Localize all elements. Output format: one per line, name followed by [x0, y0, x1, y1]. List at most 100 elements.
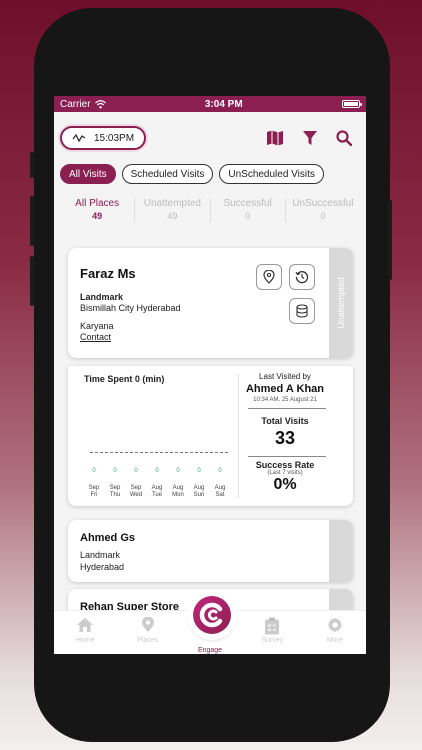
day-month: Aug	[214, 485, 226, 491]
landmark-label: Landmark	[80, 292, 124, 302]
phone-volume-up	[30, 196, 34, 246]
day-value: 0	[155, 468, 159, 474]
place-category: Karyana	[80, 321, 114, 331]
success-rate-value: 0%	[273, 476, 297, 493]
day-month: Aug	[172, 485, 184, 491]
visit-card[interactable]: Ahmed Gs Landmark Hyderabad	[68, 520, 353, 582]
status-strip	[329, 520, 353, 582]
time-spent-baseline	[90, 452, 228, 453]
clock-pill[interactable]: 15:03PM	[60, 126, 147, 150]
visit-filters: All Visits Scheduled Visits UnScheduled …	[54, 152, 366, 184]
phone-volume-down	[30, 256, 34, 306]
day-month: Sep	[130, 485, 142, 491]
day-weekday: Wed	[129, 492, 143, 498]
day-month: Aug	[151, 485, 163, 491]
map-icon[interactable]	[266, 130, 284, 146]
tab-home[interactable]: Home	[54, 611, 116, 654]
engage-logo-icon	[193, 596, 231, 634]
place-name: Faraz Ms	[80, 266, 136, 281]
tab-survey[interactable]: Survey	[241, 611, 303, 654]
stat-label: Unattempted	[143, 198, 201, 209]
day-column: 0 Sep Thu	[105, 468, 125, 499]
tab-label: Home	[75, 637, 95, 644]
map-pin-icon	[141, 617, 154, 632]
success-rate-section: Success Rate (Last 7 visits) 0%	[240, 460, 330, 494]
place-address: Bismillah City Hyderabad	[80, 303, 181, 313]
day-value: 0	[113, 468, 117, 474]
status-bar: Carrier 3:04 PM	[54, 96, 366, 112]
visit-details-panel: Time Spent 0 (min) 0 Sep Fri 0 Sep Thu 0 Sep Wed…	[68, 366, 353, 506]
stat-label: UnSuccessful	[292, 198, 354, 209]
time-spent: Time Spent 0 (min)	[84, 374, 164, 384]
history-icon	[295, 271, 309, 284]
status-strip-label: Unattempted	[336, 277, 346, 329]
database-button[interactable]	[289, 298, 315, 324]
stat-label: All Places	[75, 198, 120, 209]
status-time: 3:04 PM	[204, 98, 243, 110]
battery-icon	[341, 100, 362, 108]
day-column: 0 Aug Tue	[147, 468, 167, 499]
details-divider	[238, 374, 239, 498]
home-icon	[77, 618, 94, 632]
landmark-label: Landmark	[80, 550, 121, 560]
day-column: 0 Sep Wed	[126, 468, 146, 499]
activity-icon	[72, 133, 86, 143]
stat-label: Successful	[223, 198, 272, 209]
day-column: 0 Aug Sat	[210, 468, 230, 499]
database-icon	[296, 304, 308, 318]
day-weekday: Tue	[151, 492, 163, 498]
tab-places[interactable]: Places	[116, 611, 178, 654]
app-screen: Carrier 3:04 PM 15:03PM All Visits Sched…	[54, 96, 366, 654]
search-icon[interactable]	[336, 130, 352, 146]
last-visited-time: 10:34 AM, 25 August 21	[253, 397, 317, 403]
day-month: Sep	[88, 485, 100, 491]
filter-scheduled-visits[interactable]: Scheduled Visits	[121, 164, 214, 184]
day-column: 0 Aug Mon	[168, 468, 188, 499]
day-weekday: Sun	[193, 492, 205, 498]
carrier-label: Carrier	[60, 98, 91, 110]
stat-unattempted[interactable]: Unattempted 49	[134, 198, 209, 222]
location-pin-icon	[263, 270, 275, 284]
time-spent-label: Time Spent	[84, 374, 133, 384]
place-name: Ahmed Gs	[80, 532, 136, 544]
day-value: 0	[92, 468, 96, 474]
tab-label: Survey	[261, 637, 284, 644]
day-value: 0	[197, 468, 201, 474]
stat-count: 0	[320, 211, 326, 221]
stat-unsuccessful[interactable]: UnSuccessful 0	[284, 198, 360, 222]
total-visits-section: Total Visits 33	[240, 416, 330, 449]
visit-card[interactable]: Unattempted Faraz Ms Landmark Bismillah …	[68, 248, 353, 358]
stat-successful[interactable]: Successful 0	[209, 198, 285, 222]
gear-icon	[327, 617, 343, 633]
contact-link[interactable]: Contact	[80, 332, 111, 343]
phone-silent-switch	[30, 152, 34, 178]
day-weekday: Fri	[90, 492, 98, 498]
phone-power-button	[388, 200, 392, 280]
day-value: 0	[176, 468, 180, 474]
filter-unscheduled-visits[interactable]: UnScheduled Visits	[219, 164, 324, 184]
location-button[interactable]	[256, 264, 282, 290]
section-divider	[248, 408, 326, 409]
day-month: Aug	[193, 485, 205, 491]
tab-more[interactable]: More	[304, 611, 366, 654]
place-address: Hyderabad	[80, 562, 125, 572]
history-button[interactable]	[289, 264, 315, 290]
section-divider	[248, 456, 326, 457]
stat-count: 0	[245, 211, 251, 221]
stat-all-places[interactable]: All Places 49	[60, 198, 134, 222]
total-visits-value: 33	[274, 428, 296, 448]
filter-all-visits[interactable]: All Visits	[60, 164, 116, 184]
filter-icon[interactable]	[302, 130, 318, 146]
clipboard-icon	[265, 617, 280, 635]
header-row: 15:03PM	[54, 112, 366, 152]
engage-button[interactable]	[190, 593, 234, 637]
day-value: 0	[134, 468, 138, 474]
day-month: Sep	[109, 485, 121, 491]
tab-label: Places	[137, 637, 159, 644]
day-column: 0 Aug Sun	[189, 468, 209, 499]
tab-label: More	[326, 637, 343, 644]
time-spent-value: 0 (min)	[134, 374, 165, 384]
last-visited-section: Last Visited by Ahmed A Khan 10:34 AM, 2…	[240, 372, 330, 403]
day-weekday: Mon	[172, 492, 184, 498]
day-weekday: Thu	[109, 492, 121, 498]
